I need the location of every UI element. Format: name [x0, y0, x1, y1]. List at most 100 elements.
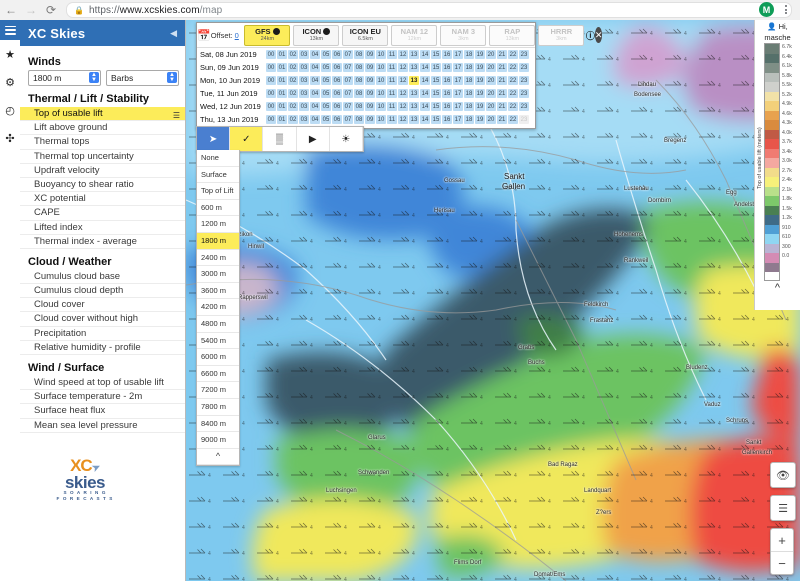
hour-button[interactable]: 12: [398, 62, 408, 73]
layer-item-wind-speed-top-of-usable-lift[interactable]: Wind speed at top of usable lift: [20, 376, 185, 391]
hour-button[interactable]: 19: [475, 114, 485, 125]
hour-button[interactable]: 17: [453, 114, 463, 125]
altitude-option-9000-m[interactable]: 9000 m: [197, 432, 239, 449]
hamburger-menu-icon[interactable]: [0, 20, 20, 40]
layer-item-buoyancy-to-shear-ratio[interactable]: Buoyancy to shear ratio: [20, 178, 185, 193]
hour-button[interactable]: 23: [519, 49, 529, 60]
hour-button[interactable]: 14: [420, 114, 430, 125]
altitude-option-4200-m[interactable]: 4200 m: [197, 299, 239, 316]
hour-button[interactable]: 20: [486, 75, 496, 86]
altitude-option-7800-m[interactable]: 7800 m: [197, 398, 239, 416]
hour-button[interactable]: 23: [519, 62, 529, 73]
clock-icon[interactable]: ◴: [0, 96, 20, 124]
hour-button[interactable]: 20: [486, 114, 496, 125]
checkmark-icon[interactable]: ✓: [230, 127, 264, 151]
hour-button[interactable]: 21: [497, 75, 507, 86]
hour-button[interactable]: 13: [409, 75, 419, 86]
hour-button[interactable]: 13: [409, 62, 419, 73]
hour-button[interactable]: 12: [398, 75, 408, 86]
hour-button[interactable]: 11: [387, 75, 397, 86]
star-icon[interactable]: ★: [0, 40, 20, 68]
hour-button[interactable]: 12: [398, 114, 408, 125]
hour-button[interactable]: 16: [442, 88, 452, 99]
hour-button[interactable]: 05: [321, 62, 331, 73]
hour-button[interactable]: 05: [321, 49, 331, 60]
wind-altitude-select[interactable]: 1800 m ▲ ▼: [28, 70, 101, 86]
offset-value[interactable]: 0: [235, 31, 239, 40]
hour-button[interactable]: 01: [277, 88, 287, 99]
hour-button[interactable]: 06: [332, 62, 342, 73]
crosshair-icon[interactable]: ✣: [0, 124, 20, 152]
hour-button[interactable]: 18: [464, 75, 474, 86]
hour-button[interactable]: 12: [398, 49, 408, 60]
hour-button[interactable]: 06: [332, 75, 342, 86]
hour-button[interactable]: 17: [453, 62, 463, 73]
hour-button[interactable]: 20: [486, 62, 496, 73]
hour-button[interactable]: 03: [299, 101, 309, 112]
hour-button[interactable]: 01: [277, 75, 287, 86]
hour-button[interactable]: 22: [508, 88, 518, 99]
hour-button[interactable]: 12: [398, 88, 408, 99]
hour-button[interactable]: 16: [442, 62, 452, 73]
hour-button[interactable]: 03: [299, 62, 309, 73]
hour-button[interactable]: 08: [354, 49, 364, 60]
hour-button[interactable]: 21: [497, 88, 507, 99]
altitude-option-7200-m[interactable]: 7200 m: [197, 382, 239, 399]
hour-button[interactable]: 00: [266, 75, 276, 86]
altitude-option-top-of-lift[interactable]: Top of Lift: [197, 183, 239, 200]
hour-button[interactable]: 11: [387, 62, 397, 73]
hour-button[interactable]: 01: [277, 49, 287, 60]
hour-button[interactable]: 11: [387, 101, 397, 112]
hour-button[interactable]: 14: [420, 49, 430, 60]
layer-item-relative-humidity-profile[interactable]: Relative humidity - profile: [20, 341, 185, 355]
chevron-up-icon[interactable]: ^: [197, 448, 239, 466]
hour-button[interactable]: 00: [266, 49, 276, 60]
hour-button[interactable]: 06: [332, 49, 342, 60]
hour-button[interactable]: 07: [343, 62, 353, 73]
layer-item-cumulus-cloud-base[interactable]: Cumulus cloud base: [20, 270, 185, 285]
hour-button[interactable]: 23: [519, 101, 529, 112]
hour-button[interactable]: 09: [365, 101, 375, 112]
user-greeting[interactable]: 👤 Hi, masche: [755, 20, 800, 43]
model-button-gfs[interactable]: GFS 24km: [244, 24, 291, 46]
layer-item-thermal-index-average[interactable]: Thermal index - average: [20, 235, 185, 249]
hour-button[interactable]: 16: [442, 49, 452, 60]
grid-icon[interactable]: ▒: [263, 127, 297, 151]
altitude-option-2400-m[interactable]: 2400 m: [197, 249, 239, 267]
hour-button[interactable]: 10: [376, 49, 386, 60]
address-bar[interactable]: 🔒 https://www.xcskies.com/map: [66, 2, 792, 18]
collapse-left-icon[interactable]: ◀: [170, 28, 177, 39]
hour-button[interactable]: 00: [266, 101, 276, 112]
hour-button[interactable]: 20: [486, 101, 496, 112]
hour-button[interactable]: 13: [409, 49, 419, 60]
layer-item-cloud-cover-without-high[interactable]: Cloud cover without high: [20, 312, 185, 327]
hour-button[interactable]: 02: [288, 114, 298, 125]
hour-button[interactable]: 17: [453, 88, 463, 99]
hour-button[interactable]: 08: [354, 114, 364, 125]
hour-button[interactable]: 02: [288, 75, 298, 86]
hour-button[interactable]: 20: [486, 49, 496, 60]
hour-button[interactable]: 19: [475, 49, 485, 60]
hour-button[interactable]: 16: [442, 101, 452, 112]
wind-barb-icon[interactable]: ➤: [197, 127, 231, 151]
hour-button[interactable]: 09: [365, 114, 375, 125]
layer-item-xc-potential[interactable]: XC potential: [20, 192, 185, 207]
layer-item-surface-temperature-2m[interactable]: Surface temperature - 2m: [20, 390, 185, 405]
avatar[interactable]: M: [759, 2, 774, 17]
reload-button[interactable]: ⟳: [42, 1, 60, 19]
zoom-in-button[interactable]: +: [771, 529, 793, 552]
altitude-option-surface[interactable]: Surface: [197, 166, 239, 184]
altitude-option-3000-m[interactable]: 3000 m: [197, 266, 239, 283]
altitude-option-3600-m[interactable]: 3600 m: [197, 282, 239, 300]
hour-button[interactable]: 22: [508, 75, 518, 86]
hour-button[interactable]: 13: [409, 88, 419, 99]
layer-item-precipitation[interactable]: Precipitation: [20, 327, 185, 341]
altitude-option-none[interactable]: None: [197, 150, 239, 167]
hour-button[interactable]: 02: [288, 88, 298, 99]
hour-button[interactable]: 20: [486, 88, 496, 99]
play-icon[interactable]: ▶: [297, 127, 330, 151]
hour-button[interactable]: 19: [475, 101, 485, 112]
hour-button[interactable]: 21: [497, 101, 507, 112]
hour-button[interactable]: 07: [343, 88, 353, 99]
hour-button[interactable]: 17: [453, 49, 463, 60]
